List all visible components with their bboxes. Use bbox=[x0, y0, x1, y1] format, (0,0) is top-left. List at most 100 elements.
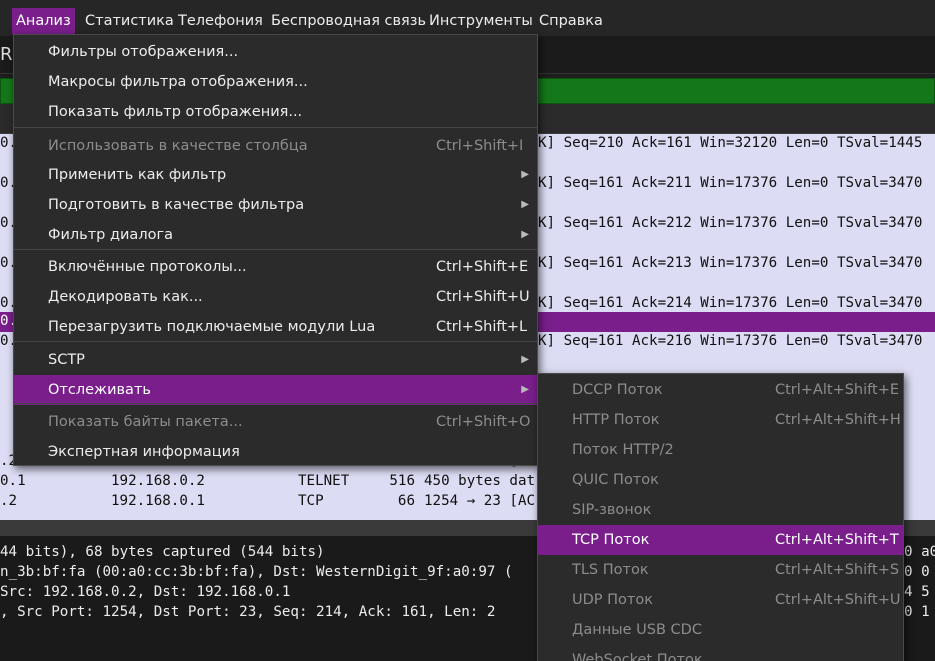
packet-info: K] Seq=210 Ack=161 Win=32120 Len=0 TSval… bbox=[538, 135, 923, 151]
hex-line: 0 0 bbox=[904, 564, 930, 580]
menu-wireless[interactable]: Беспроводная связь bbox=[267, 8, 430, 34]
menu-item-label: SIP-звонок bbox=[572, 502, 652, 518]
menu-item-shortcut: Ctrl+Shift+O bbox=[436, 414, 531, 430]
menu-item-shortcut: Ctrl+Alt+Shift+U bbox=[775, 592, 901, 608]
menu-item-label: Экспертная информация bbox=[48, 444, 240, 460]
menu-item-label: TLS Поток bbox=[572, 562, 649, 578]
menu-item-label: TCP Поток bbox=[572, 532, 650, 548]
detail-tcp-line[interactable]: , Src Port: 1254, Dst Port: 23, Seq: 214… bbox=[0, 604, 495, 620]
menu-item-label: Включённые протоколы... bbox=[48, 259, 247, 275]
follow-menu-item[interactable]: UDP Поток Ctrl+Alt+Shift+U bbox=[538, 585, 903, 615]
analysis-menu-item[interactable]: Применить как фильтр ▶ bbox=[14, 160, 537, 190]
packet-protocol: TELNET bbox=[298, 473, 350, 489]
menu-item-label: Подготовить в качестве фильтра bbox=[48, 197, 305, 213]
menu-separator bbox=[14, 127, 537, 128]
packet-destination: 192.168.0.2 bbox=[111, 473, 205, 489]
follow-submenu: DCCP Поток Ctrl+Alt+Shift+E HTTP Поток Ctrl… bbox=[537, 373, 904, 661]
follow-menu-item[interactable]: TLS Поток Ctrl+Alt+Shift+S bbox=[538, 555, 903, 585]
toolbar-partial-icon[interactable]: R bbox=[0, 44, 13, 65]
follow-menu-item[interactable]: QUIC Поток bbox=[538, 465, 903, 495]
submenu-arrow-icon: ▶ bbox=[521, 384, 529, 395]
menu-item-shortcut: Ctrl+Shift+E bbox=[436, 259, 529, 275]
follow-menu-item[interactable]: DCCP Поток Ctrl+Alt+Shift+E bbox=[538, 375, 903, 405]
menu-analysis[interactable]: Анализ bbox=[12, 8, 75, 34]
analysis-menu-item[interactable]: Включённые протоколы... Ctrl+Shift+E bbox=[14, 252, 537, 282]
menu-item-label: Декодировать как... bbox=[48, 289, 203, 305]
analysis-menu-item[interactable]: Фильтры отображения... bbox=[14, 37, 537, 67]
follow-menu-item[interactable]: TCP Поток Ctrl+Alt+Shift+T bbox=[538, 525, 903, 555]
packet-info: K] Seq=161 Ack=214 Win=17376 Len=0 TSval… bbox=[538, 295, 923, 311]
menu-item-label: UDP Поток bbox=[572, 592, 653, 608]
submenu-arrow-icon: ▶ bbox=[521, 229, 529, 240]
packet-info: 450 bytes dat bbox=[424, 473, 536, 489]
menu-item-shortcut: Ctrl+Alt+Shift+T bbox=[775, 532, 899, 548]
menu-item-shortcut: Ctrl+Alt+Shift+H bbox=[775, 412, 901, 428]
packet-info: K] Seq=161 Ack=212 Win=17376 Len=0 TSval… bbox=[538, 215, 923, 231]
menu-item-label: Перезагрузить подключаемые модули Lua bbox=[48, 319, 376, 335]
menu-separator bbox=[14, 341, 537, 342]
menu-telephony[interactable]: Телефония bbox=[174, 8, 267, 34]
follow-menu-item[interactable]: HTTP Поток Ctrl+Alt+Shift+H bbox=[538, 405, 903, 435]
menu-item-label: HTTP Поток bbox=[572, 412, 660, 428]
analysis-menu-item[interactable]: Декодировать как... Ctrl+Shift+U bbox=[14, 282, 537, 312]
packet-info: K] Seq=161 Ack=211 Win=17376 Len=0 TSval… bbox=[538, 175, 923, 191]
submenu-arrow-icon: ▶ bbox=[521, 354, 529, 365]
menu-item-label: SCTP bbox=[48, 352, 85, 368]
menu-separator bbox=[14, 249, 537, 250]
analysis-menu-item[interactable]: Перезагрузить подключаемые модули Lua Ctr… bbox=[14, 312, 537, 342]
menu-separator bbox=[14, 403, 537, 404]
follow-menu-item[interactable]: WebSocket Поток bbox=[538, 645, 903, 661]
packet-info: 1254 → 23 [AC bbox=[424, 493, 536, 509]
analysis-menu-item[interactable]: Использовать в качестве столбца Ctrl+Shif… bbox=[14, 131, 537, 161]
packet-bytes-pane[interactable]: 0 a0 0 0 4 5 0 1 bbox=[900, 536, 935, 661]
menu-help[interactable]: Справка bbox=[535, 8, 607, 34]
analysis-menu: Фильтры отображения... Макросы фильтра от… bbox=[13, 34, 538, 466]
packet-length: 66 bbox=[397, 493, 415, 509]
follow-menu-item[interactable]: Данные USB CDC bbox=[538, 615, 903, 645]
menu-tools[interactable]: Инструменты bbox=[425, 8, 537, 34]
menu-item-shortcut: Ctrl+Alt+Shift+E bbox=[775, 382, 900, 398]
analysis-menu-item[interactable]: Показать фильтр отображения... bbox=[14, 97, 537, 127]
menu-item-label: Макросы фильтра отображения... bbox=[48, 74, 308, 90]
analysis-menu-item[interactable]: Макросы фильтра отображения... bbox=[14, 67, 537, 97]
hex-line: 4 5 bbox=[904, 584, 930, 600]
analysis-menu-item[interactable]: Фильтр диалога ▶ bbox=[14, 220, 537, 250]
menu-item-shortcut: Ctrl+Alt+Shift+S bbox=[775, 562, 900, 578]
menu-item-label: DCCP Поток bbox=[572, 382, 663, 398]
menu-item-label: Данные USB CDC bbox=[572, 622, 702, 638]
menu-item-label: Использовать в качестве столбца bbox=[48, 138, 308, 154]
detail-ethernet-line[interactable]: n_3b:bf:fa (00:a0:cc:3b:bf:fa), Dst: Wes… bbox=[0, 564, 513, 580]
packet-destination: 192.168.0.1 bbox=[111, 493, 205, 509]
menu-item-label: WebSocket Поток bbox=[572, 652, 703, 661]
menu-item-label: Фильтры отображения... bbox=[48, 44, 239, 60]
menu-item-label: Применить как фильтр bbox=[48, 167, 227, 183]
menu-item-label: QUIC Поток bbox=[572, 472, 659, 488]
menu-item-label: Отслеживать bbox=[48, 382, 151, 398]
analysis-menu-item[interactable]: Экспертная информация bbox=[14, 437, 537, 467]
analysis-menu-item[interactable]: Подготовить в качестве фильтра ▶ bbox=[14, 190, 537, 220]
packet-no-fragment: 0.1 bbox=[0, 473, 26, 489]
submenu-arrow-icon: ▶ bbox=[521, 199, 529, 210]
menu-item-label: Показать фильтр отображения... bbox=[48, 104, 303, 120]
detail-ip-line[interactable]: Src: 192.168.0.2, Dst: 192.168.0.1 bbox=[0, 584, 290, 600]
hex-line: 0 1 bbox=[904, 604, 930, 620]
menu-item-shortcut: Ctrl+Shift+U bbox=[436, 289, 530, 305]
menu-item-shortcut: Ctrl+Shift+I bbox=[436, 138, 524, 154]
analysis-menu-item[interactable]: Отслеживать ▶ bbox=[14, 375, 537, 405]
follow-menu-item[interactable]: Поток HTTP/2 bbox=[538, 435, 903, 465]
analysis-menu-item[interactable]: Показать байты пакета... Ctrl+Shift+O bbox=[14, 407, 537, 437]
follow-menu-item[interactable]: SIP-звонок bbox=[538, 495, 903, 525]
packet-info: K] Seq=161 Ack=213 Win=17376 Len=0 TSval… bbox=[538, 255, 923, 271]
menu-item-label: Показать байты пакета... bbox=[48, 414, 243, 430]
packet-protocol: TCP bbox=[298, 493, 324, 509]
packet-info: K] Seq=161 Ack=216 Win=17376 Len=0 TSval… bbox=[538, 333, 923, 349]
hex-line: 0 a0 bbox=[904, 544, 935, 560]
submenu-arrow-icon: ▶ bbox=[521, 169, 529, 180]
packet-length: 516 bbox=[389, 473, 415, 489]
menu-item-label: Поток HTTP/2 bbox=[572, 442, 674, 458]
packet-no-fragment: .2 bbox=[0, 493, 18, 509]
menu-statistics[interactable]: Статистика bbox=[81, 8, 178, 34]
menubar: Анализ Статистика Телефония Беспроводная… bbox=[0, 0, 935, 36]
analysis-menu-item[interactable]: SCTP ▶ bbox=[14, 345, 537, 375]
detail-frame-line[interactable]: 44 bits), 68 bytes captured (544 bits) bbox=[0, 544, 325, 560]
